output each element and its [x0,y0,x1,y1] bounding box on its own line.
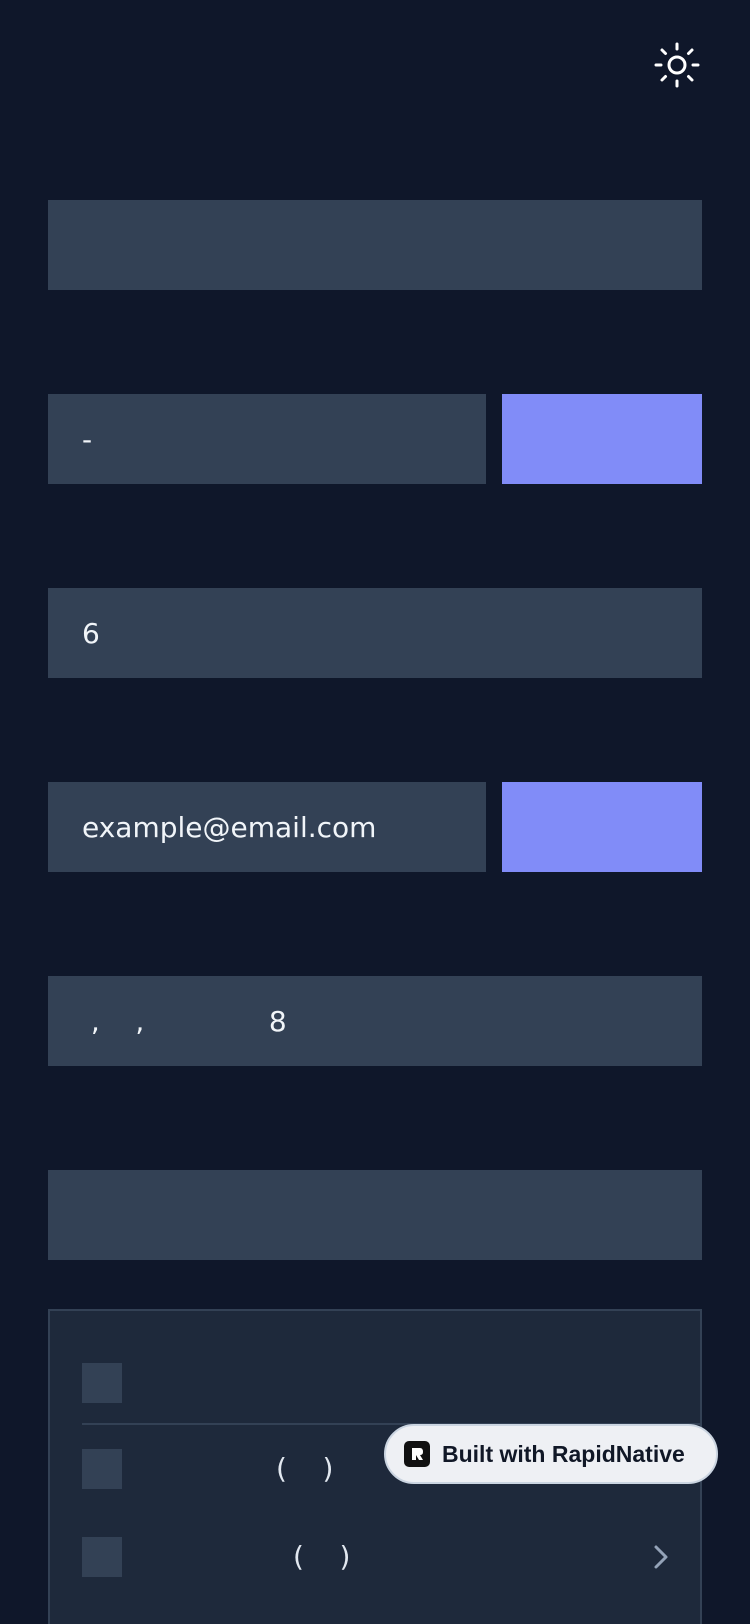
screen: - 6 example@email.com , , 8 ( ) ( ) Buil… [0,0,750,1624]
sun-icon [654,42,700,88]
badge-label: Built with RapidNative [442,1440,685,1467]
checkbox[interactable] [82,1537,122,1577]
field-2-action-button[interactable] [502,394,702,484]
list-item[interactable]: ( ) [82,1537,672,1581]
text-field-3[interactable]: 6 [48,588,702,678]
built-with-badge[interactable]: Built with RapidNative [384,1424,718,1484]
list-item-label: ( ) [293,1540,351,1573]
list-item[interactable] [82,1363,672,1407]
text-field-1[interactable] [48,200,702,290]
text-field-6[interactable] [48,1170,702,1260]
text-field-5-value: , , 8 [82,1004,287,1038]
rapidnative-logo-icon [404,1441,430,1467]
theme-toggle-button[interactable] [652,40,702,90]
email-action-button[interactable] [502,782,702,872]
text-field-2[interactable]: - [48,394,486,484]
checkbox[interactable] [82,1363,122,1403]
text-field-2-value: - [82,422,93,456]
email-field-value: example@email.com [82,810,377,844]
checkbox[interactable] [82,1449,122,1489]
text-field-5[interactable]: , , 8 [48,976,702,1066]
text-field-3-value: 6 [82,616,100,650]
list-item-label: ( ) [276,1452,334,1485]
chevron-right-icon [654,1545,668,1569]
email-field[interactable]: example@email.com [48,782,486,872]
